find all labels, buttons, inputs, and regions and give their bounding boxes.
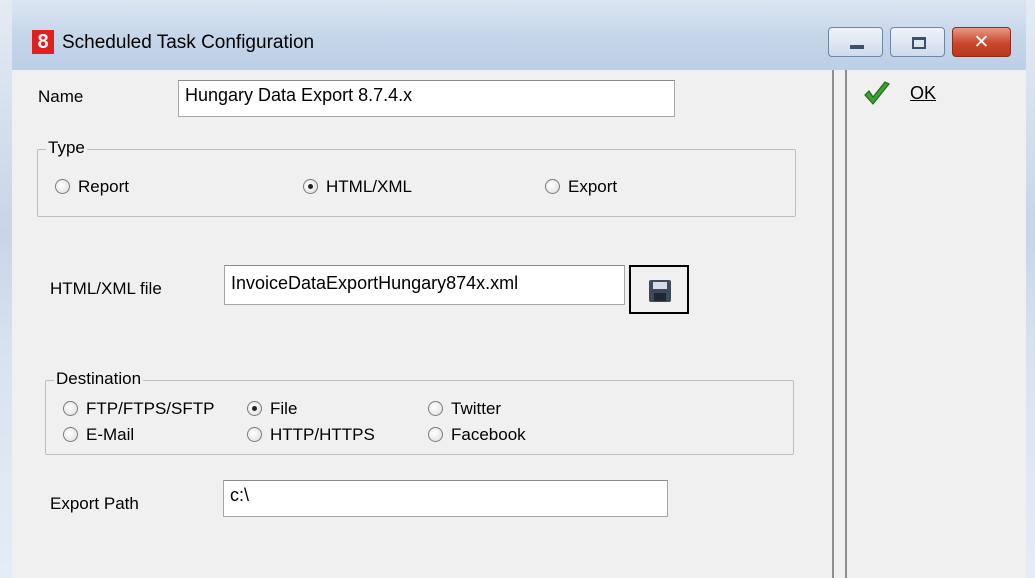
- radio-label: HTML/XML: [326, 177, 412, 196]
- radio-label: Twitter: [451, 399, 502, 418]
- close-button[interactable]: ✕: [952, 27, 1011, 57]
- radio-type-export[interactable]: Export: [545, 177, 617, 197]
- checkmark-icon: [864, 81, 890, 105]
- radio-label: E-Mail: [86, 425, 135, 444]
- radio-dest-email[interactable]: E-Mail: [63, 425, 134, 445]
- radio-type-report[interactable]: Report: [55, 177, 129, 197]
- radio-circle: [428, 401, 443, 416]
- radio-dest-twitter[interactable]: Twitter: [428, 399, 501, 419]
- browse-file-button[interactable]: [629, 265, 689, 314]
- radio-label: HTTP/HTTPS: [270, 425, 375, 444]
- file-label: HTML/XML file: [50, 279, 162, 298]
- radio-circle: [63, 427, 78, 442]
- radio-dest-facebook[interactable]: Facebook: [428, 425, 526, 445]
- radio-label: Report: [78, 177, 130, 196]
- minimize-icon: [850, 45, 864, 49]
- desktop-edge-left: [0, 0, 12, 578]
- name-input[interactable]: Hungary Data Export 8.7.4.x: [178, 80, 675, 117]
- file-input[interactable]: InvoiceDataExportHungary874x.xml: [224, 265, 625, 305]
- radio-type-html-xml[interactable]: HTML/XML: [303, 177, 412, 197]
- floppy-disk-icon: [649, 280, 671, 302]
- export-path-label: Export Path: [50, 494, 139, 513]
- window-title: Scheduled Task Configuration: [62, 32, 315, 53]
- desktop-edge-right: [1026, 0, 1035, 578]
- radio-circle-checked: [247, 401, 262, 416]
- scheduled-task-window: 8 Scheduled Task Configuration ✕ OK Name…: [0, 0, 1035, 578]
- ok-button[interactable]: OK: [855, 78, 1015, 112]
- radio-label: FTP/FTPS/SFTP: [86, 399, 215, 418]
- ok-button-mnemonic: OK: [910, 83, 937, 103]
- radio-label: Facebook: [451, 425, 526, 444]
- radio-circle-checked: [303, 179, 318, 194]
- name-label: Name: [38, 87, 84, 106]
- radio-circle: [63, 401, 78, 416]
- type-group: Type: [37, 138, 796, 217]
- maximize-icon: [912, 37, 926, 49]
- maximize-button[interactable]: [890, 27, 945, 57]
- destination-legend: Destination: [54, 369, 144, 389]
- close-icon: ✕: [973, 31, 990, 53]
- radio-circle: [247, 427, 262, 442]
- radio-dest-http[interactable]: HTTP/HTTPS: [247, 425, 375, 445]
- ok-button-label: OK: [910, 83, 936, 104]
- panel-divider: [832, 70, 834, 578]
- radio-dest-ftp[interactable]: FTP/FTPS/SFTP: [63, 399, 214, 419]
- radio-label: Export: [568, 177, 618, 196]
- app-logo-icon: 8: [32, 30, 54, 54]
- export-path-input[interactable]: c:\: [223, 480, 668, 517]
- panel-divider-inner: [845, 70, 847, 578]
- radio-circle: [55, 179, 70, 194]
- minimize-button[interactable]: [828, 27, 883, 57]
- radio-circle: [428, 427, 443, 442]
- radio-label: File: [270, 399, 298, 418]
- radio-circle: [545, 179, 560, 194]
- type-legend: Type: [46, 138, 87, 158]
- radio-dest-file[interactable]: File: [247, 399, 297, 419]
